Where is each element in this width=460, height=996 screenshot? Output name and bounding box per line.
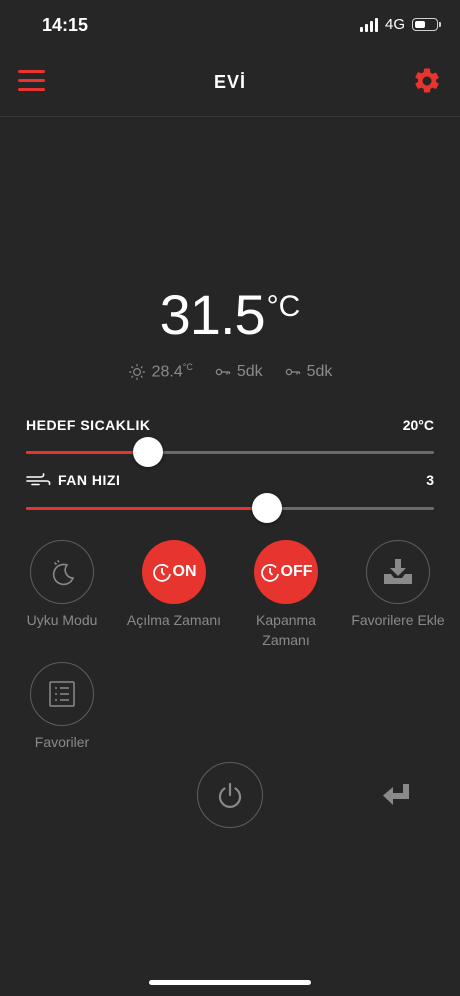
fan-speed-header: FAN HIZI — [26, 472, 434, 488]
moon-icon — [52, 560, 75, 586]
off-timer-value: 5dk — [306, 362, 333, 380]
current-temp-unit: °C — [266, 290, 301, 323]
on-timer-button[interactable]: ON Açılma Zamanı — [114, 540, 234, 630]
key-icon — [285, 368, 300, 375]
add-favorite-button[interactable]: Favorilere Ekle — [338, 540, 458, 630]
outdoor-temp-value: 28.4 — [151, 363, 183, 381]
off-badge: OFF — [280, 563, 313, 580]
fan-speed-slider[interactable] — [26, 507, 434, 510]
on-timer-value: 5dk — [236, 362, 263, 380]
list-icon — [49, 681, 75, 707]
off-timer-label-line1: Kapanma — [256, 612, 316, 628]
target-temp-thumb[interactable] — [133, 437, 164, 467]
on-badge: ON — [172, 563, 197, 580]
add-favorite-label: Favorilere Ekle — [351, 612, 445, 628]
page-title: EVİ — [213, 72, 246, 92]
signal-icon — [359, 17, 378, 32]
network-type: 4G — [384, 16, 405, 33]
sleep-mode-button[interactable]: Uyku Modu — [2, 540, 122, 630]
off-timer-label-line2: Zamanı — [262, 632, 310, 648]
on-timer-label: Açılma Zamanı — [126, 612, 222, 628]
power-icon — [218, 782, 242, 808]
outdoor-temp-unit: °C — [182, 362, 193, 372]
download-tray-icon — [384, 559, 412, 584]
on-timer-info: 5dk — [215, 362, 263, 381]
key-icon — [215, 368, 230, 375]
return-arrow-icon[interactable] — [381, 782, 413, 808]
fan-speed-value: 3 — [426, 472, 434, 488]
favorites-label: Favoriler — [34, 734, 90, 750]
current-temperature: 31.5°C — [0, 282, 460, 347]
wind-icon — [26, 473, 51, 486]
clock-icon — [260, 563, 279, 582]
target-temp-value: 20°C — [402, 417, 434, 433]
favorites-button[interactable]: Favoriler — [2, 662, 122, 752]
target-temp-control: HEDEF SICAKLIK 20°C — [26, 417, 434, 467]
target-temp-slider[interactable] — [26, 451, 434, 454]
status-time: 14:15 — [42, 15, 89, 35]
fan-speed-label: FAN HIZI — [58, 472, 121, 488]
off-timer-button[interactable]: OFF Kapanma Zamanı — [226, 540, 346, 650]
home-indicator — [149, 980, 311, 985]
off-timer-info: 5dk — [285, 362, 333, 381]
sleep-mode-label: Uyku Modu — [26, 612, 98, 628]
current-temp-value: 31.5 — [159, 283, 266, 346]
status-indicators: 4G — [359, 16, 441, 33]
power-button[interactable] — [197, 762, 263, 828]
off-timer-label: Kapanma Zamanı — [226, 610, 346, 650]
outdoor-temp: 28.4°C — [128, 362, 193, 381]
app-header: EVİ — [0, 50, 460, 117]
battery-icon — [412, 18, 441, 31]
gear-icon[interactable] — [412, 66, 442, 96]
target-temp-label: HEDEF SICAKLIK — [26, 417, 151, 433]
clock-icon — [152, 563, 171, 582]
info-row: 28.4°C 5dk 5dk — [0, 362, 460, 381]
fan-speed-thumb[interactable] — [251, 493, 282, 523]
sun-icon — [128, 363, 145, 380]
status-bar: 14:15 4G — [0, 0, 460, 50]
fan-speed-control: FAN HIZI 3 — [26, 472, 434, 523]
